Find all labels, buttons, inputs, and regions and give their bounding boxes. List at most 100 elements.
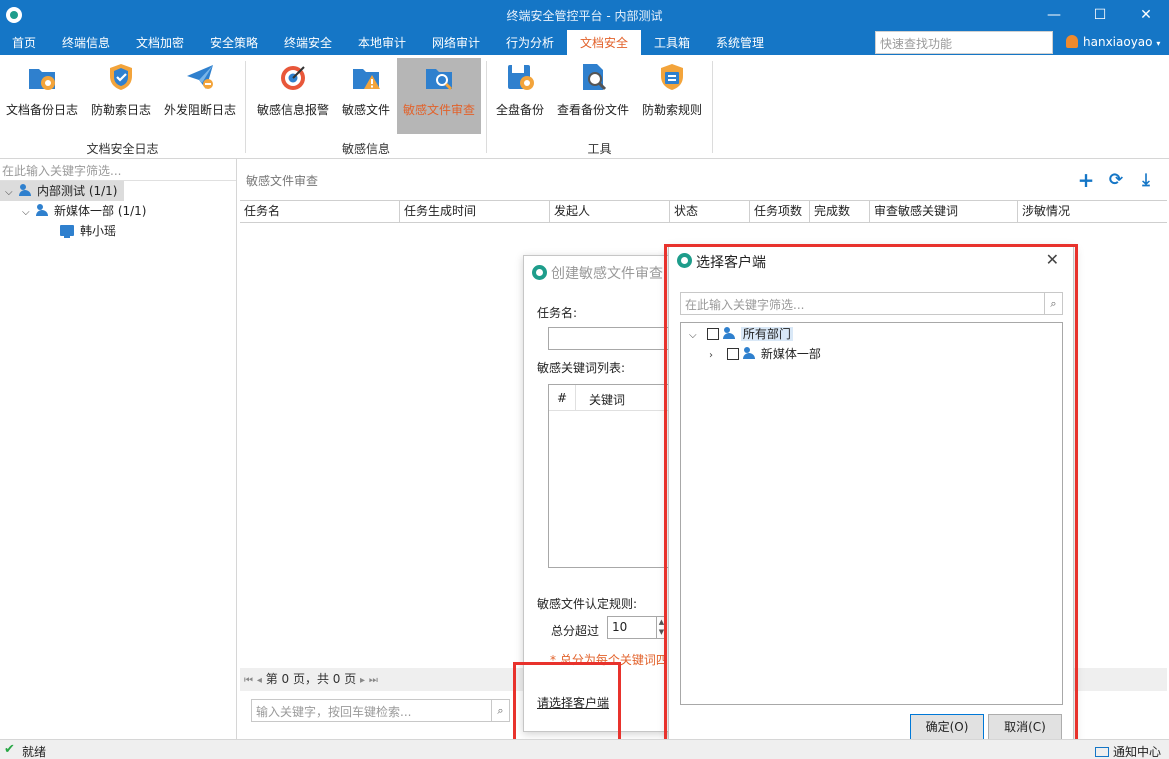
check-icon: ✔ <box>4 742 15 757</box>
menu-doc-encrypt[interactable]: 文档加密 <box>124 30 196 55</box>
menu-toolbox[interactable]: 工具箱 <box>642 30 702 55</box>
username: hanxiaoyao <box>1083 35 1153 49</box>
ribbon-ransom-log[interactable]: 防勒索日志 <box>85 58 157 134</box>
ribbon-label: 全盘备份 <box>495 103 544 117</box>
download-icon[interactable]: ⤓ <box>1135 169 1157 191</box>
maximize-button[interactable]: ☐ <box>1077 0 1123 30</box>
score-label: 总分超过 <box>551 624 600 638</box>
menu-doc-security[interactable]: 文档安全 <box>567 30 641 55</box>
ribbon-label: 敏感文件审查 <box>402 103 475 117</box>
ribbon-label: 防勒索日志 <box>90 103 151 117</box>
add-icon[interactable]: + <box>1075 169 1097 191</box>
dialog-logo-icon <box>532 265 547 280</box>
col-sensitive-status[interactable]: 涉敏情况 <box>1018 201 1167 222</box>
menu-local-audit[interactable]: 本地审计 <box>346 30 418 55</box>
menu-behavior-analysis[interactable]: 行为分析 <box>494 30 566 55</box>
highlight-select-link <box>513 662 621 743</box>
notification-center[interactable]: 通知中心 <box>1094 743 1161 759</box>
col-completed[interactable]: 完成数 <box>810 201 870 222</box>
chevron-down-icon: ▾ <box>1156 39 1161 48</box>
ribbon-label: 外发阻断日志 <box>163 103 236 117</box>
col-task-name[interactable]: 任务名 <box>240 201 400 222</box>
ribbon-label: 敏感文件 <box>341 103 390 117</box>
tree-filter-input[interactable]: 在此输入关键字筛选... <box>0 159 236 181</box>
first-page-icon[interactable]: ⏮ <box>244 675 253 686</box>
chevron-down-icon: ⌵ <box>5 187 13 198</box>
ribbon-label: 防勒索规则 <box>641 103 702 117</box>
keyword-search-input[interactable]: 输入关键字，按回车键检索... ⌕ <box>251 699 510 722</box>
search-icon[interactable]: ⌕ <box>491 700 509 721</box>
group-label-tools: 工具 <box>587 142 612 156</box>
ribbon-label: 敏感信息报警 <box>256 103 329 117</box>
score-stepper[interactable]: 10 ▲ ▼ <box>607 616 667 639</box>
computer-icon <box>60 225 74 238</box>
menu-terminal-security[interactable]: 终端安全 <box>272 30 344 55</box>
column-divider <box>575 385 576 411</box>
folder-warning-icon <box>353 69 380 89</box>
user-icon <box>1066 35 1078 48</box>
ribbon-sensitive-file-review[interactable]: 敏感文件审查 <box>397 58 481 134</box>
ribbon-separator <box>712 61 713 153</box>
search-placeholder: 输入关键字，按回车键检索... <box>256 705 412 719</box>
ribbon-doc-backup-log[interactable]: 文档备份日志 <box>2 58 82 134</box>
menu-system-admin[interactable]: 系统管理 <box>704 30 776 55</box>
col-status[interactable]: 状态 <box>670 201 750 222</box>
col-keywords[interactable]: 审查敏感关键词 <box>870 201 1018 222</box>
menu-home[interactable]: 首页 <box>0 30 48 55</box>
page-title: 敏感文件审查 <box>246 174 319 188</box>
menu-network-audit[interactable]: 网络审计 <box>420 30 492 55</box>
page-info: 第 0 页，共 0 页 <box>265 672 357 686</box>
quick-search-input[interactable]: 快速查找功能 <box>875 31 1053 54</box>
tree-label: 内部测试 (1/1) <box>37 184 118 198</box>
last-page-icon[interactable]: ⏭ <box>369 675 378 686</box>
chevron-down-icon: ⌵ <box>22 207 30 218</box>
kw-col-index: # <box>557 391 568 405</box>
tree-label: 韩小瑶 <box>80 224 117 238</box>
tree-node-client[interactable]: 韩小瑶 <box>60 221 116 241</box>
folder-backup-icon <box>29 69 55 90</box>
ribbon-outgoing-block-log[interactable]: 外发阻断日志 <box>160 58 240 134</box>
ribbon-sensitive-files[interactable]: 敏感文件 <box>337 58 395 134</box>
ribbon-ransom-rules[interactable]: 防勒索规则 <box>636 58 708 134</box>
folder-inspect-icon <box>426 69 453 91</box>
ribbon-label: 文档备份日志 <box>5 103 78 117</box>
tree-node-root[interactable]: ⌵ 内部测试 (1/1) <box>0 181 124 201</box>
task-name-label: 任务名: <box>537 306 578 320</box>
user-menu[interactable]: hanxiaoyao ▾ <box>1066 35 1160 49</box>
group-icon <box>36 204 50 216</box>
highlight-select-dialog <box>664 244 1078 753</box>
group-label-sensitive: 敏感信息 <box>341 142 390 156</box>
target-alarm-icon <box>281 66 305 90</box>
col-item-count[interactable]: 任务项数 <box>750 201 810 222</box>
shield-rule-icon <box>661 64 683 90</box>
menu-terminal-info[interactable]: 终端信息 <box>50 30 122 55</box>
document-search-icon <box>583 64 607 91</box>
ribbon-sensitive-alarm[interactable]: 敏感信息报警 <box>252 58 334 134</box>
status-bar: ✔ 就绪 通知中心 <box>0 739 1169 759</box>
dialog-title: 创建敏感文件审查 <box>551 266 663 282</box>
refresh-icon[interactable]: ⟳ <box>1105 169 1127 191</box>
paper-plane-icon <box>187 65 213 89</box>
shield-check-icon <box>110 64 132 90</box>
rule-label: 敏感文件认定规则: <box>537 597 638 611</box>
group-icon <box>19 184 33 196</box>
disk-backup-icon <box>508 65 534 90</box>
score-value: 10 <box>612 620 628 634</box>
ribbon-view-backup-files[interactable]: 查看备份文件 <box>553 58 633 134</box>
ribbon: 文档备份日志 防勒索日志 外发阻断日志 敏感信息报警 敏感文件 敏感文件审查 全… <box>0 55 1169 159</box>
close-button[interactable]: ✕ <box>1123 0 1169 30</box>
next-page-icon[interactable]: ▸ <box>360 675 365 686</box>
menu-security-policy[interactable]: 安全策略 <box>198 30 270 55</box>
notification-label: 通知中心 <box>1112 745 1161 759</box>
window-title: 终端安全管控平台 - 内部测试 <box>506 9 663 23</box>
prev-page-icon[interactable]: ◂ <box>257 675 262 686</box>
status-text: 就绪 <box>22 745 47 759</box>
mail-icon <box>1094 747 1109 757</box>
ribbon-full-disk-backup[interactable]: 全盘备份 <box>492 58 548 134</box>
ribbon-label: 查看备份文件 <box>556 103 629 117</box>
minimize-button[interactable]: — <box>1031 0 1077 30</box>
col-created-time[interactable]: 任务生成时间 <box>400 201 550 222</box>
title-bar: 终端安全管控平台 - 内部测试 — ☐ ✕ <box>0 0 1169 30</box>
col-initiator[interactable]: 发起人 <box>550 201 670 222</box>
tree-node-dept[interactable]: ⌵ 新媒体一部 (1/1) <box>22 201 147 221</box>
